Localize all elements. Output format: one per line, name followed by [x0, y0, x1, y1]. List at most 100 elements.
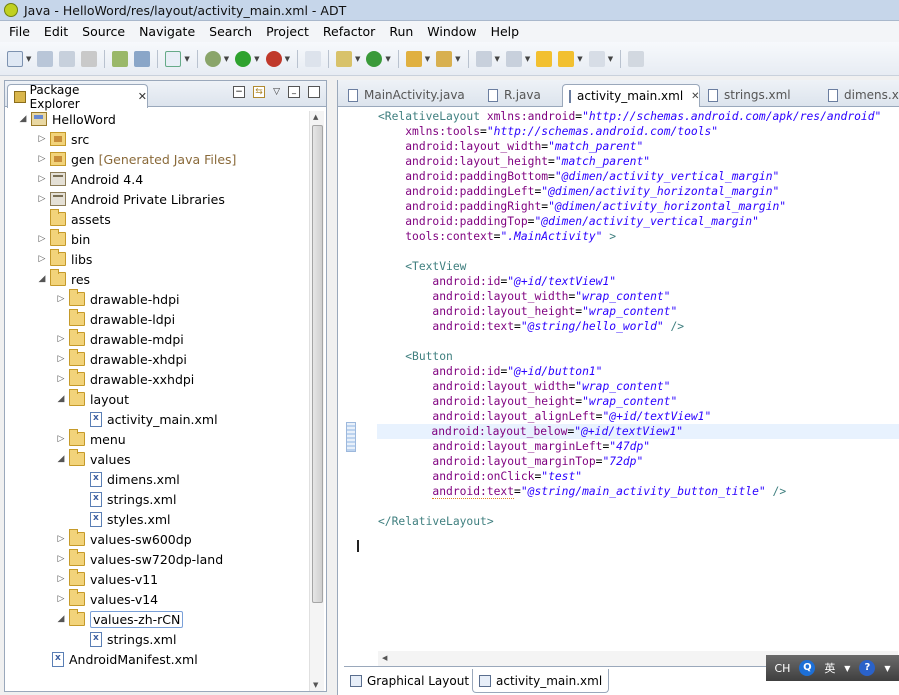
- menu-project[interactable]: Project: [259, 21, 316, 42]
- code-line[interactable]: android:id="@+id/button1": [378, 364, 602, 379]
- external-tools-icon[interactable]: [265, 50, 282, 67]
- menu-refactor[interactable]: Refactor: [316, 21, 382, 42]
- collapsed-arrow-icon[interactable]: ▷: [55, 374, 67, 384]
- back-icon[interactable]: [536, 50, 553, 67]
- tree-item[interactable]: ◢ values-zh-rCN: [55, 609, 184, 629]
- back-dropdown-icon[interactable]: ▼: [577, 55, 582, 63]
- tree-item[interactable]: strings.xml: [74, 489, 176, 509]
- tree-item[interactable]: ▷ src: [36, 129, 90, 149]
- menu-run[interactable]: Run: [382, 21, 420, 42]
- code-line[interactable]: android:layout_width="wrap_content": [378, 379, 670, 394]
- tree-item[interactable]: drawable-ldpi: [55, 309, 175, 329]
- code-line[interactable]: android:paddingTop="@dimen/activity_vert…: [378, 214, 759, 229]
- tab-dimens-xml[interactable]: dimens.xml: [822, 84, 899, 106]
- tree-item[interactable]: ◢ values: [55, 449, 131, 469]
- tree-item[interactable]: ▷ values-v11: [55, 569, 158, 589]
- collapsed-arrow-icon[interactable]: ▷: [36, 254, 48, 264]
- pin-editor-icon[interactable]: [628, 50, 645, 67]
- tab-package-explorer[interactable]: Package Explorer ✕: [7, 83, 148, 111]
- next-annotation-dropdown-icon[interactable]: ▼: [525, 55, 530, 63]
- task-icon[interactable]: [165, 50, 182, 67]
- save-icon[interactable]: [37, 50, 54, 67]
- scroll-up-icon[interactable]: ▲: [313, 113, 318, 121]
- code-line[interactable]: tools:context=".MainActivity" >: [378, 229, 616, 244]
- menu-window[interactable]: Window: [420, 21, 483, 42]
- code-line[interactable]: android:layout_height="wrap_content": [378, 304, 677, 319]
- pencil-dropdown-icon[interactable]: ▼: [425, 55, 430, 63]
- new-class-dropdown-icon[interactable]: ▼: [385, 55, 390, 63]
- code-line[interactable]: android:paddingBottom="@dimen/activity_v…: [378, 169, 779, 184]
- tree-item[interactable]: dimens.xml: [74, 469, 180, 489]
- tree-item[interactable]: ▷ Android 4.4: [36, 169, 144, 189]
- menu-file[interactable]: File: [2, 21, 37, 42]
- new-dropdown-icon[interactable]: ▼: [26, 55, 31, 63]
- expanded-arrow-icon[interactable]: ◢: [17, 114, 29, 124]
- close-icon[interactable]: ✕: [691, 91, 699, 102]
- tab-strings-xml[interactable]: strings.xml: [702, 84, 791, 106]
- new-java-project-icon[interactable]: [335, 50, 352, 67]
- tab-source[interactable]: activity_main.xml: [472, 669, 610, 693]
- tree-item[interactable]: activity_main.xml: [74, 409, 218, 429]
- minimize-icon[interactable]: _: [288, 86, 300, 98]
- new-icon[interactable]: [7, 50, 23, 67]
- collapsed-arrow-icon[interactable]: ▷: [55, 534, 67, 544]
- close-icon[interactable]: ✕: [138, 90, 147, 103]
- pencil-icon[interactable]: [405, 50, 422, 67]
- vertical-scrollbar[interactable]: ▲ ▼: [309, 111, 324, 691]
- code-line[interactable]: android:text="@string/hello_world" />: [378, 319, 684, 334]
- menu-search[interactable]: Search: [202, 21, 259, 42]
- tree-item[interactable]: ▷ gen [Generated Java Files]: [36, 149, 237, 169]
- tree-item[interactable]: ▷ values-sw720dp-land: [55, 549, 223, 569]
- code-line[interactable]: android:paddingLeft="@dimen/activity_hor…: [378, 184, 779, 199]
- code-line[interactable]: android:layout_marginTop="72dp": [378, 454, 643, 469]
- collapsed-arrow-icon[interactable]: ▷: [55, 434, 67, 444]
- expanded-arrow-icon[interactable]: ◢: [55, 614, 67, 624]
- collapsed-arrow-icon[interactable]: ▷: [36, 154, 48, 164]
- code-line[interactable]: android:layout_height="match_parent": [378, 154, 650, 169]
- collapsed-arrow-icon[interactable]: ▷: [55, 354, 67, 364]
- search-icon[interactable]: Q: [799, 660, 816, 676]
- tree-item[interactable]: assets: [36, 209, 111, 229]
- code-line[interactable]: android:paddingRight="@dimen/activity_ho…: [378, 199, 786, 214]
- tree-item[interactable]: ▷ bin: [36, 229, 90, 249]
- print-icon[interactable]: [81, 50, 98, 67]
- view-menu-icon[interactable]: ▽: [273, 87, 280, 97]
- tree-item[interactable]: ▷ menu: [55, 429, 126, 449]
- tree-item[interactable]: ▷ drawable-xhdpi: [55, 349, 187, 369]
- code-line[interactable]: <TextView: [378, 259, 466, 274]
- code-line[interactable]: android:onClick="test": [378, 469, 582, 484]
- code-line[interactable]: android:layout_below="@+id/textView1": [377, 424, 899, 439]
- scroll-down-icon[interactable]: ▼: [313, 681, 318, 689]
- code-line[interactable]: android:text="@string/main_activity_butt…: [378, 484, 786, 499]
- collapsed-arrow-icon[interactable]: ▷: [55, 334, 67, 344]
- ime-mode[interactable]: CH: [774, 662, 790, 675]
- tree-item[interactable]: ▷ libs: [36, 249, 92, 269]
- help-icon[interactable]: ?: [859, 660, 876, 676]
- expanded-arrow-icon[interactable]: ◢: [55, 454, 67, 464]
- new-class-icon[interactable]: [366, 50, 383, 67]
- tab-r-java[interactable]: R.java: [482, 84, 541, 106]
- collapsed-arrow-icon[interactable]: ▷: [55, 574, 67, 584]
- menu-navigate[interactable]: Navigate: [132, 21, 202, 42]
- code-line[interactable]: android:layout_height="wrap_content": [378, 394, 677, 409]
- forward-dropdown-icon[interactable]: ▼: [608, 55, 613, 63]
- scroll-left-icon[interactable]: ◀: [382, 654, 387, 662]
- collapsed-arrow-icon[interactable]: ▷: [55, 594, 67, 604]
- debug-icon[interactable]: [204, 50, 221, 67]
- tree-item[interactable]: ◢ res: [36, 269, 90, 289]
- tree-item[interactable]: AndroidManifest.xml: [36, 649, 198, 669]
- run-icon[interactable]: [235, 50, 252, 67]
- open-type-icon[interactable]: [436, 50, 453, 67]
- code-line[interactable]: android:layout_marginLeft="47dp": [378, 439, 650, 454]
- collapsed-arrow-icon[interactable]: ▷: [36, 194, 48, 204]
- back-nav-icon[interactable]: [558, 50, 575, 67]
- chevron-down-icon[interactable]: ▼: [844, 664, 850, 673]
- next-annotation-icon[interactable]: [505, 50, 522, 67]
- tree-item[interactable]: ▷ values-sw600dp: [55, 529, 192, 549]
- run-dropdown-icon[interactable]: ▼: [254, 55, 259, 63]
- tree-item[interactable]: ▷ drawable-mdpi: [55, 329, 184, 349]
- expanded-arrow-icon[interactable]: ◢: [36, 274, 48, 284]
- code-line[interactable]: <Button: [378, 349, 453, 364]
- forward-icon[interactable]: [588, 50, 605, 67]
- code-line[interactable]: android:layout_width="wrap_content": [378, 289, 670, 304]
